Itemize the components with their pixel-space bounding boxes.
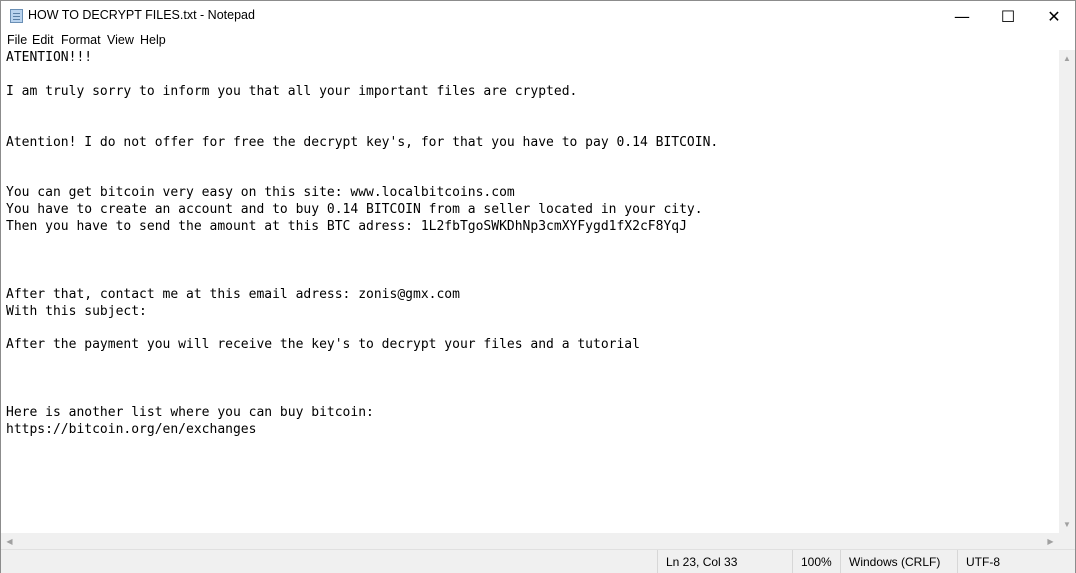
scrollbar-corner bbox=[1059, 533, 1075, 549]
text-editor[interactable]: ATENTION!!! I am truly sorry to inform y… bbox=[1, 50, 1059, 533]
line-ending: Windows (CRLF) bbox=[840, 550, 957, 573]
window-title: HOW TO DECRYPT FILES.txt - Notepad bbox=[28, 8, 255, 22]
menu-edit[interactable]: Edit bbox=[32, 33, 54, 47]
maximize-icon: ☐ bbox=[1000, 6, 1016, 26]
menu-file[interactable]: File bbox=[7, 33, 27, 47]
notepad-icon bbox=[10, 9, 23, 23]
status-bar: Ln 23, Col 33 100% Windows (CRLF) UTF-8 bbox=[1, 549, 1075, 573]
notepad-window: HOW TO DECRYPT FILES.txt - Notepad — ☐ ✕… bbox=[0, 0, 1076, 573]
scroll-up-icon[interactable]: ▲ bbox=[1059, 50, 1075, 67]
maximize-button[interactable]: ☐ bbox=[985, 1, 1031, 31]
title-bar[interactable]: HOW TO DECRYPT FILES.txt - Notepad — ☐ ✕ bbox=[1, 1, 1075, 31]
menu-format[interactable]: Format bbox=[61, 33, 101, 47]
zoom-level: 100% bbox=[792, 550, 840, 573]
scroll-right-icon[interactable]: ▶ bbox=[1042, 533, 1059, 549]
menu-view[interactable]: View bbox=[107, 33, 134, 47]
horizontal-scrollbar[interactable]: ◀ ▶ bbox=[1, 533, 1059, 549]
vertical-scrollbar[interactable]: ▲ ▼ bbox=[1059, 50, 1075, 533]
minimize-icon: — bbox=[954, 6, 970, 26]
close-button[interactable]: ✕ bbox=[1031, 1, 1076, 31]
encoding: UTF-8 bbox=[957, 550, 1075, 573]
minimize-button[interactable]: — bbox=[939, 1, 985, 31]
editor-content[interactable]: ATENTION!!! I am truly sorry to inform y… bbox=[6, 50, 718, 439]
menu-bar: File Edit Format View Help bbox=[1, 31, 1075, 50]
cursor-position: Ln 23, Col 33 bbox=[657, 550, 792, 573]
close-icon: ✕ bbox=[1047, 6, 1061, 26]
menu-help[interactable]: Help bbox=[140, 33, 166, 47]
scroll-down-icon[interactable]: ▼ bbox=[1059, 516, 1075, 533]
scroll-left-icon[interactable]: ◀ bbox=[1, 533, 18, 549]
